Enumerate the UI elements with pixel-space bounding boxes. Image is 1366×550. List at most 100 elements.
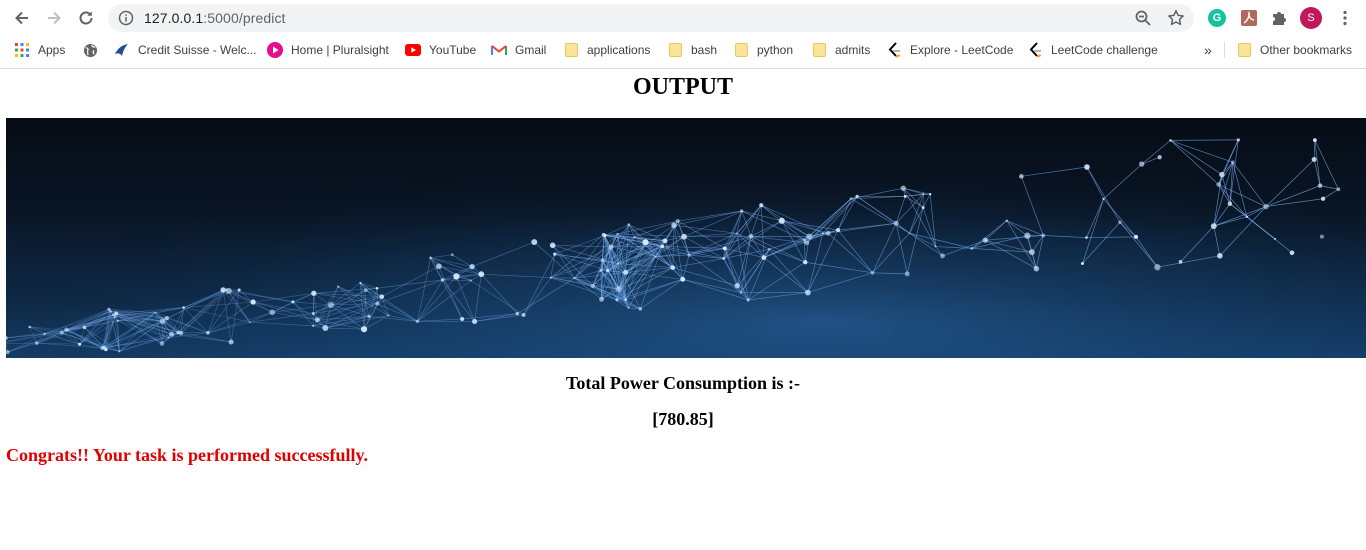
- bookmark-label: YouTube: [429, 43, 477, 57]
- network-node: [375, 286, 379, 290]
- network-node: [600, 258, 605, 263]
- network-node: [849, 197, 853, 201]
- network-node: [606, 268, 610, 273]
- other-bookmarks-label: Other bookmarks: [1260, 43, 1353, 57]
- extensions-button[interactable]: [1268, 7, 1290, 29]
- network-node: [855, 194, 859, 198]
- network-node: [469, 263, 475, 270]
- network-node: [269, 309, 275, 316]
- network-node: [806, 233, 813, 240]
- network-node: [100, 345, 105, 350]
- network-node: [553, 252, 557, 256]
- network-node: [908, 232, 911, 235]
- network-node: [681, 233, 687, 240]
- chrome-menu-button[interactable]: [1334, 7, 1356, 29]
- zoom-icon[interactable]: [1134, 9, 1152, 27]
- network-node: [359, 281, 362, 285]
- bookmarks-overflow-button[interactable]: »: [1204, 36, 1212, 64]
- bookmark-label: Apps: [38, 43, 66, 57]
- bookmark-credit-suisse[interactable]: Credit Suisse - Welc...: [114, 36, 256, 64]
- overflow-chevron-icon: »: [1204, 42, 1212, 58]
- bookmark-folder-admits[interactable]: admits: [811, 36, 870, 64]
- bookmark-label: admits: [835, 43, 871, 57]
- network-node: [608, 244, 614, 250]
- network-node: [642, 239, 649, 246]
- site-info-button[interactable]: [118, 10, 134, 31]
- network-node: [375, 301, 380, 306]
- url-host: 127.0.0.1: [144, 10, 204, 26]
- bookmark-folder-applications[interactable]: applications: [563, 36, 650, 64]
- bookmark-folder-bash[interactable]: bash: [667, 36, 717, 64]
- bookmark-leetcode-challenge[interactable]: LeetCode challenge: [1027, 36, 1158, 64]
- bookmark-apps[interactable]: Apps: [14, 36, 65, 64]
- network-node: [675, 218, 680, 224]
- network-node: [469, 279, 473, 282]
- bookmark-pluralsight[interactable]: Home | Pluralsight: [267, 36, 389, 64]
- grammarly-extension-button[interactable]: G: [1206, 7, 1228, 29]
- network-node: [1178, 260, 1183, 264]
- network-node: [1041, 233, 1046, 238]
- network-node: [835, 228, 841, 233]
- network-node: [1210, 223, 1217, 230]
- reload-button[interactable]: [72, 6, 100, 30]
- youtube-icon: [405, 42, 421, 58]
- network-node: [59, 330, 64, 335]
- network-node: [312, 324, 315, 327]
- network-node: [472, 318, 478, 325]
- network-node: [169, 331, 175, 337]
- network-node: [82, 325, 87, 330]
- network-node: [387, 314, 390, 317]
- network-node: [116, 319, 119, 322]
- bookmark-label: bash: [691, 43, 718, 57]
- network-node: [311, 311, 315, 316]
- network-node: [1320, 196, 1326, 201]
- network-node: [43, 333, 46, 335]
- network-node: [825, 230, 831, 236]
- network-node: [599, 296, 605, 302]
- forward-button[interactable]: [40, 6, 68, 30]
- network-node: [64, 327, 69, 332]
- address-bar[interactable]: 127.0.0.1:5000/predict: [108, 4, 1194, 32]
- back-button[interactable]: [8, 6, 36, 30]
- bookmark-label: applications: [587, 43, 651, 57]
- network-node: [934, 245, 937, 248]
- network-node: [687, 253, 691, 257]
- network-node: [928, 192, 932, 196]
- network-node: [314, 317, 320, 323]
- network-node: [804, 289, 811, 296]
- bookmark-globe[interactable]: [82, 36, 106, 64]
- bookmark-folder-python[interactable]: python: [733, 36, 793, 64]
- network-node: [633, 236, 636, 238]
- network-node: [624, 298, 627, 302]
- network-node: [1230, 160, 1235, 165]
- network-node: [159, 318, 166, 325]
- info-icon: [118, 10, 134, 26]
- avatar-initial: S: [1307, 12, 1315, 24]
- network-node: [154, 311, 157, 314]
- folder-icon: [667, 42, 683, 58]
- network-node: [228, 339, 234, 345]
- network-node: [1219, 171, 1225, 178]
- network-node: [460, 317, 465, 322]
- bookmark-explore-leetcode[interactable]: Explore - LeetCode: [886, 36, 1013, 64]
- network-node: [1227, 201, 1233, 206]
- network-node: [248, 321, 251, 324]
- network-node: [722, 257, 726, 260]
- network-node: [922, 192, 925, 196]
- bookmark-gmail[interactable]: Gmail: [491, 36, 546, 64]
- network-node: [114, 311, 119, 316]
- bookmark-youtube[interactable]: YouTube: [405, 36, 476, 64]
- url-text[interactable]: 127.0.0.1:5000/predict: [144, 10, 286, 26]
- network-node: [1169, 139, 1172, 142]
- network-node: [1019, 174, 1024, 179]
- network-node: [1084, 164, 1090, 170]
- network-node: [573, 277, 576, 280]
- network-node: [250, 299, 256, 305]
- profile-button[interactable]: S: [1300, 7, 1322, 29]
- other-bookmarks[interactable]: Other bookmarks: [1236, 36, 1352, 64]
- network-node: [311, 290, 317, 296]
- pdf-extension-button[interactable]: [1238, 7, 1260, 29]
- network-node: [1274, 238, 1277, 240]
- bookmark-star-icon[interactable]: [1167, 9, 1185, 27]
- network-node: [1336, 187, 1341, 192]
